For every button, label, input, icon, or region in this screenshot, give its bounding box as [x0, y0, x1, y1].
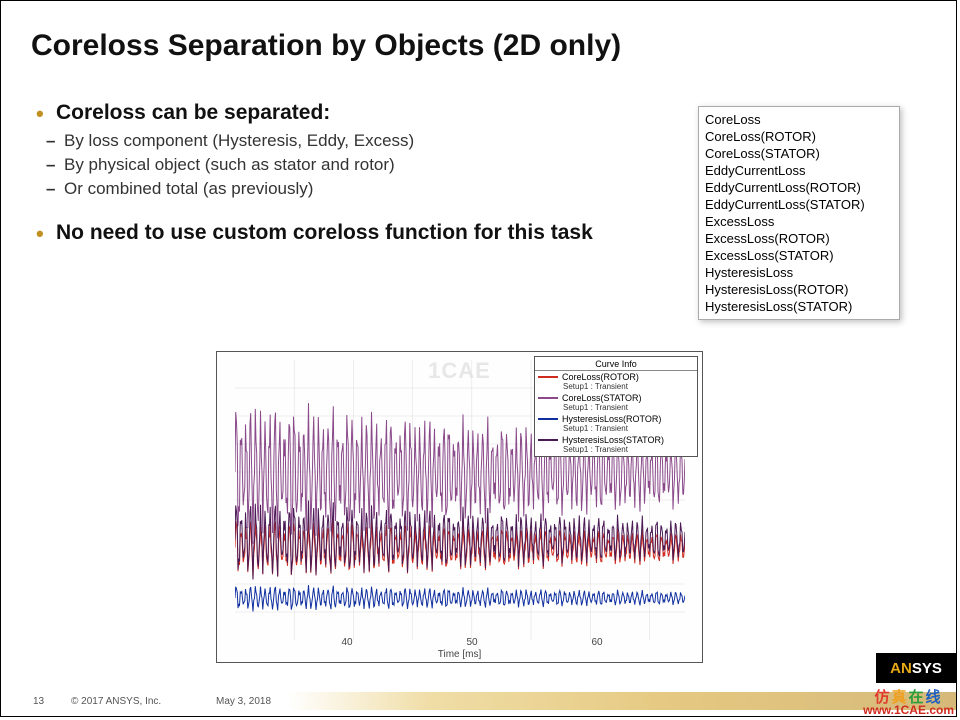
legend-sublabel: Setup1 : Transient	[535, 424, 697, 434]
content-block: Coreloss can be separated: By loss compo…	[56, 101, 636, 251]
x-tick: 60	[591, 637, 602, 648]
list-item[interactable]: CoreLoss	[705, 111, 893, 128]
slide-title: Coreloss Separation by Objects (2D only)	[31, 29, 621, 63]
cae-url-text: www.1CAE.com	[863, 704, 954, 717]
legend-label: HysteresisLoss(ROTOR)	[562, 414, 694, 424]
bullet-item: No need to use custom coreloss function …	[56, 221, 636, 245]
legend-label: HysteresisLoss(STATOR)	[562, 435, 694, 445]
x-axis-label: Time [ms]	[217, 649, 702, 660]
list-item[interactable]: HysteresisLoss	[705, 264, 893, 281]
list-item[interactable]: ExcessLoss(ROTOR)	[705, 230, 893, 247]
list-item[interactable]: ExcessLoss(STATOR)	[705, 247, 893, 264]
cae-badge: 仿真在线 www.1CAE.com	[863, 691, 954, 717]
bullet-item: Coreloss can be separated:	[56, 101, 636, 125]
list-item[interactable]: EddyCurrentLoss	[705, 162, 893, 179]
slide: Coreloss Separation by Objects (2D only)…	[0, 0, 957, 717]
list-item[interactable]: CoreLoss(ROTOR)	[705, 128, 893, 145]
legend-sublabel: Setup1 : Transient	[535, 382, 697, 392]
legend-sublabel: Setup1 : Transient	[535, 403, 697, 413]
list-item[interactable]: EddyCurrentLoss(ROTOR)	[705, 179, 893, 196]
chart-legend: Curve Info CoreLoss(ROTOR)Setup1 : Trans…	[534, 356, 698, 457]
bullet-subitem: Or combined total (as previously)	[64, 179, 636, 199]
bullet-subitem: By physical object (such as stator and r…	[64, 155, 636, 175]
x-tick: 40	[341, 637, 352, 648]
quantity-listbox[interactable]: CoreLoss CoreLoss(ROTOR) CoreLoss(STATOR…	[698, 106, 900, 320]
legend-label: CoreLoss(STATOR)	[562, 393, 694, 403]
legend-entry: HysteresisLoss(STATOR)	[535, 434, 697, 445]
page-number: 13	[33, 696, 44, 707]
legend-swatch	[538, 376, 558, 378]
x-tick: 50	[466, 637, 477, 648]
coreloss-chart: 1CAE Curve Info CoreLoss(ROTOR)Setup1 : …	[216, 351, 703, 663]
legend-sublabel: Setup1 : Transient	[535, 445, 697, 455]
legend-swatch	[538, 397, 558, 399]
list-item[interactable]: HysteresisLoss(ROTOR)	[705, 281, 893, 298]
legend-entry: CoreLoss(ROTOR)	[535, 371, 697, 382]
ansys-logo: ANSYS	[876, 653, 956, 683]
list-item[interactable]: CoreLoss(STATOR)	[705, 145, 893, 162]
legend-entry: HysteresisLoss(ROTOR)	[535, 413, 697, 424]
legend-swatch	[538, 439, 558, 441]
bullet-subitem: By loss component (Hysteresis, Eddy, Exc…	[64, 131, 636, 151]
copyright-text: © 2017 ANSYS, Inc.	[71, 696, 161, 707]
legend-entry: CoreLoss(STATOR)	[535, 392, 697, 403]
legend-swatch	[538, 418, 558, 420]
list-item[interactable]: ExcessLoss	[705, 213, 893, 230]
legend-title: Curve Info	[535, 358, 697, 371]
list-item[interactable]: HysteresisLoss(STATOR)	[705, 298, 893, 315]
date-text: May 3, 2018	[216, 696, 271, 707]
list-item[interactable]: EddyCurrentLoss(STATOR)	[705, 196, 893, 213]
legend-label: CoreLoss(ROTOR)	[562, 372, 694, 382]
